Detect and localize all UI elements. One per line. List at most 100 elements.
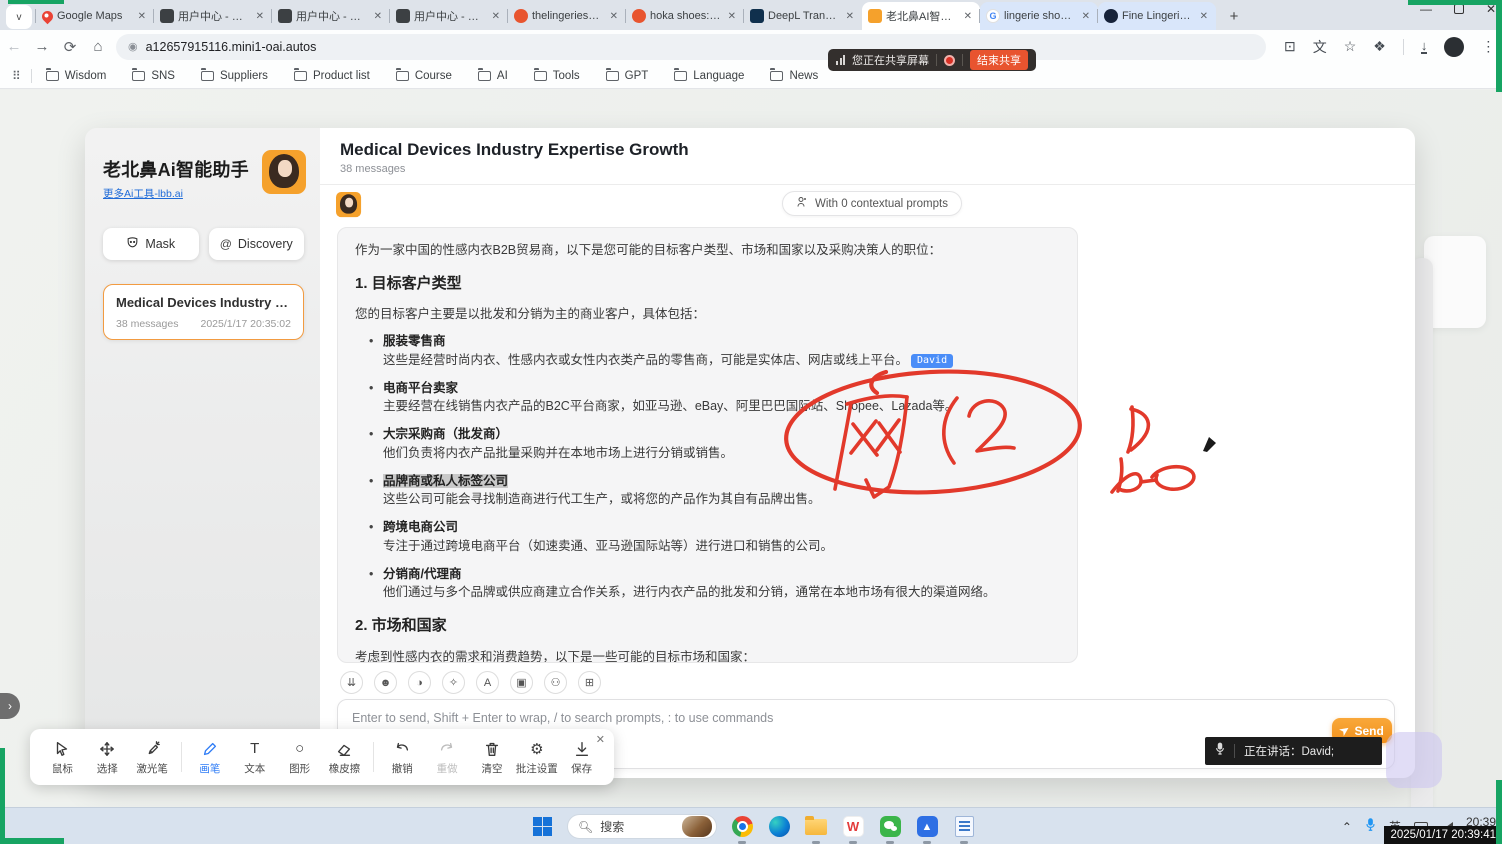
tool-laser-pen[interactable]: 激光笔 (130, 739, 175, 776)
taskbar-explorer[interactable] (804, 815, 828, 839)
font-size-icon[interactable]: A (476, 671, 499, 694)
tab-search-button[interactable]: v (6, 5, 32, 29)
taskbar-notepad[interactable] (952, 815, 976, 839)
menu-kebab-icon[interactable]: ⋮ (1481, 38, 1495, 55)
bookmark-folder[interactable]: Wisdom (46, 70, 107, 82)
message-paragraph: 您的目标客户主要是以批发和分销为主的商业客户，具体包括： (355, 305, 1060, 324)
browser-tab[interactable]: 用户中心 - 首页✕ (154, 2, 272, 30)
tool-shape[interactable]: ○ 图形 (277, 739, 322, 776)
cube-favicon (396, 9, 410, 23)
tab-close-icon[interactable]: ✕ (136, 11, 148, 22)
browser-tab[interactable]: 用户中心 - 首页✕ (272, 2, 390, 30)
bookmark-folder[interactable]: Course (396, 70, 452, 82)
site-info-icon[interactable]: ◉ (128, 40, 138, 53)
downloads-icon[interactable]: ↓ (1421, 40, 1428, 54)
discovery-button[interactable]: @ Discovery (209, 228, 305, 260)
bookmark-folder[interactable]: Product list (294, 70, 370, 82)
browser-tab[interactable]: hoka shoes: Ove✕ (626, 2, 744, 30)
mask-button[interactable]: Mask (103, 228, 199, 260)
start-button[interactable] (530, 815, 554, 839)
search-icon: 🔍︎ (578, 820, 593, 834)
bookmark-folder[interactable]: SNS (132, 70, 175, 82)
address-bar[interactable]: ◉ a12657915116.mini1-oai.autos (116, 34, 1266, 60)
taskbar-chrome[interactable] (730, 815, 754, 839)
cursor-icon (53, 739, 71, 759)
image-icon[interactable]: ▣ (510, 671, 533, 694)
browser-tab[interactable]: thelingerieshop✕ (508, 2, 626, 30)
tab-close-icon[interactable]: ✕ (490, 11, 502, 22)
tool-undo[interactable]: 撤销 (380, 739, 425, 776)
tool-mouse[interactable]: 鼠标 (40, 739, 85, 776)
tool-redo-disabled[interactable]: 重做 (425, 739, 470, 776)
reload-icon[interactable]: ⟳ (56, 38, 84, 56)
apps-grid-icon[interactable]: ⠿ (12, 69, 21, 83)
tab-close-icon[interactable]: ✕ (608, 11, 620, 22)
tool-settings[interactable]: ⚙ 批注设置 (514, 739, 559, 776)
tool-clear[interactable]: 清空 (470, 739, 515, 776)
browser-tab[interactable]: 用户中心 - 首页✕ (390, 2, 508, 30)
tab-close-icon[interactable]: ✕ (726, 11, 738, 22)
theme-icon[interactable]: ◑ (408, 671, 431, 694)
browser-tab-active[interactable]: 老北鼻AI智能助手✕ (862, 2, 980, 30)
browser-tab[interactable]: Fine Lingerie, Sle✕ (1098, 2, 1216, 30)
tool-pen-active[interactable]: 画笔 (188, 739, 233, 776)
bookmark-folder[interactable]: Language (674, 70, 744, 82)
tool-text[interactable]: T 文本 (232, 739, 277, 776)
screen: v Google Maps✕ 用户中心 - 首页✕ 用户中心 - 首页✕ 用户中… (0, 0, 1502, 844)
cast-icon[interactable]: ⊡ (1284, 38, 1296, 55)
forward-icon[interactable]: → (28, 38, 56, 55)
taskbar-wechat[interactable] (878, 815, 902, 839)
share-border-segment (1496, 0, 1502, 92)
folder-icon (46, 71, 59, 81)
new-tab-button[interactable]: + (1222, 4, 1246, 28)
tray-chevron-icon[interactable]: ⌃ (1342, 820, 1352, 834)
bookmark-folder[interactable]: Tools (534, 70, 580, 82)
folder-icon (674, 71, 687, 81)
google-favicon: G (986, 9, 1000, 23)
microphone-icon (1215, 742, 1225, 761)
tool-select[interactable]: 选择 (85, 739, 130, 776)
tab-close-icon[interactable]: ✕ (254, 11, 266, 22)
bookmark-folder[interactable]: News (770, 70, 818, 82)
tab-close-icon[interactable]: ✕ (962, 11, 974, 22)
tab-close-icon[interactable]: ✕ (844, 11, 856, 22)
divider (31, 69, 32, 83)
tab-close-icon[interactable]: ✕ (1080, 11, 1092, 22)
more-tools-link[interactable]: 更多Ai工具-lbb.ai (103, 186, 183, 201)
browser-tab[interactable]: DeepL Translate✕ (744, 2, 862, 30)
back-icon[interactable]: ← (0, 38, 28, 55)
prompt-wand-icon[interactable]: ✧ (442, 671, 465, 694)
undo-icon (393, 739, 411, 759)
stop-sharing-button[interactable]: 结束共享 (970, 50, 1028, 70)
home-icon[interactable]: ⌂ (84, 38, 112, 55)
bookmark-star-icon[interactable]: ☆ (1344, 38, 1357, 55)
taskbar-search[interactable]: 🔍︎ 搜索 (567, 814, 717, 839)
bookmark-folder[interactable]: GPT (606, 70, 649, 82)
list-item: 跨境电商公司专注于通过跨境电商平台（如速卖通、亚马逊国际站等）进行进口和销售的公… (369, 518, 1060, 556)
maximize-button[interactable] (1454, 4, 1464, 14)
tab-close-icon[interactable]: ✕ (1198, 11, 1210, 22)
chat-list-item-selected[interactable]: Medical Devices Industry Exp... 38 messa… (103, 284, 304, 340)
browser-tab[interactable]: Google Maps✕ (36, 2, 154, 30)
profile-avatar[interactable] (1444, 37, 1464, 57)
taskbar-wps[interactable]: W (841, 815, 865, 839)
browser-tab-strip: v Google Maps✕ 用户中心 - 首页✕ 用户中心 - 首页✕ 用户中… (0, 0, 1502, 30)
taskbar-app-blue[interactable]: ▲ (915, 815, 939, 839)
translate-icon[interactable]: 文 (1313, 37, 1327, 57)
taskbar-edge[interactable] (767, 815, 791, 839)
toolbar-close-icon[interactable]: ✕ (596, 733, 605, 746)
eraser-icon (335, 739, 353, 759)
tool-eraser[interactable]: 橡皮擦 (322, 739, 367, 776)
tab-close-icon[interactable]: ✕ (372, 11, 384, 22)
bookmark-folder[interactable]: AI (478, 70, 508, 82)
emotion-icon[interactable]: ☻ (374, 671, 397, 694)
extensions-icon[interactable]: ❖ (1373, 38, 1386, 55)
browser-tab[interactable]: Glingerie shop - G✕ (980, 2, 1098, 30)
bookmark-folder[interactable]: Suppliers (201, 70, 268, 82)
redo-icon (438, 739, 456, 759)
collapse-icon[interactable]: ⇊ (340, 671, 363, 694)
robot-icon[interactable]: ⚇ (544, 671, 567, 694)
tray-microphone-icon[interactable] (1365, 818, 1376, 835)
plugin-grid-icon[interactable]: ⊞ (578, 671, 601, 694)
contextual-prompts-pill[interactable]: With 0 contextual prompts (782, 191, 962, 216)
